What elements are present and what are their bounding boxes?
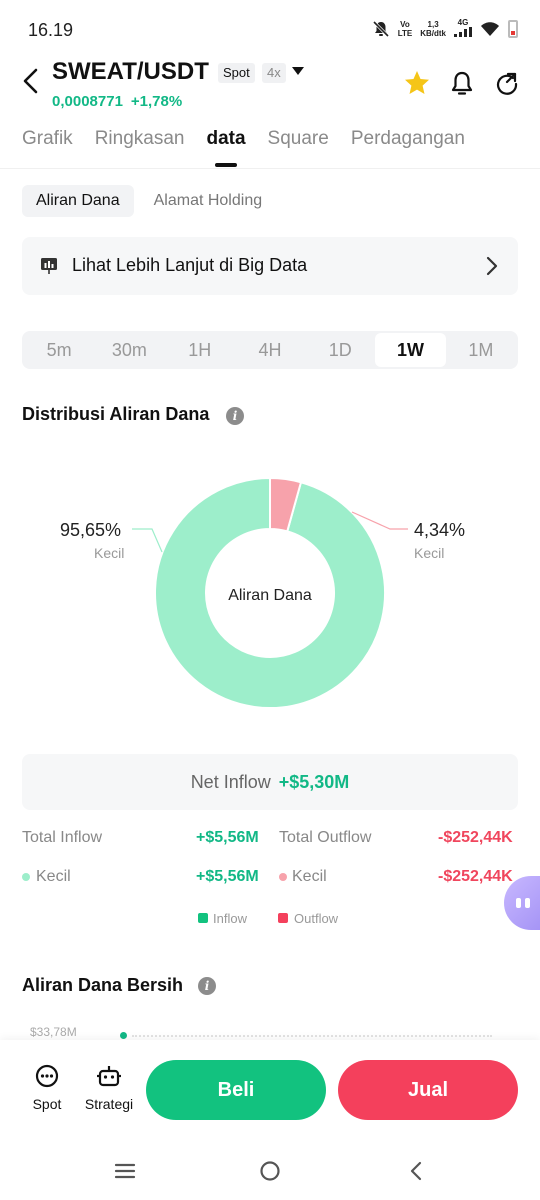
timeframe-5m[interactable]: 5m — [24, 333, 94, 367]
slice-label-value-small: 4,34% — [414, 520, 466, 540]
big-data-link-label: Lihat Lebih Lanjut di Big Data — [72, 255, 308, 275]
strategy-label: Strategi — [84, 1096, 134, 1112]
donut-svg: Aliran Dana — [132, 476, 408, 709]
presentation-chart-icon — [41, 258, 57, 274]
back-nav-icon[interactable] — [405, 1160, 427, 1182]
subtab-alamat-holding[interactable]: Alamat Holding — [140, 185, 277, 217]
distribution-info-icon[interactable]: i — [226, 407, 244, 425]
fund-flow-donut-chart: Aliran Dana 95,65% Kecil 4,34% Kecil — [0, 440, 540, 740]
share-icon[interactable] — [493, 69, 521, 97]
tab-perdagangan[interactable]: Perdagangan — [351, 128, 465, 168]
small-outflow-value: -$252,44K — [438, 868, 513, 885]
tabs-divider — [0, 168, 540, 169]
status-bar: 16.19 Vo LTE 1,3 KB/dtk 4G — [0, 0, 540, 56]
small-inflow-value: +$5,56M — [196, 868, 259, 885]
distribution-title: Distribusi Aliran Dana — [22, 404, 210, 424]
timeframe-4h[interactable]: 4H — [235, 333, 305, 367]
signal-icon — [454, 27, 472, 37]
timeframe-1w[interactable]: 1W — [375, 333, 446, 367]
net-inflow-value: +$5,30M — [278, 772, 350, 792]
net-flow-axis-tick: $33,78M — [30, 1025, 77, 1039]
net-flow-title: Aliran Dana Bersih — [22, 975, 184, 995]
back-arrow-icon[interactable] — [18, 66, 44, 96]
system-nav-bar — [0, 1144, 540, 1200]
status-icons: Vo LTE 1,3 KB/dtk 4G — [372, 18, 518, 39]
price-alert-bell-icon[interactable] — [448, 69, 476, 97]
chevron-right-icon — [486, 256, 498, 276]
legend-inflow-swatch — [198, 913, 208, 923]
volte-indicator: Vo LTE — [397, 19, 413, 38]
bottom-action-bar: Spot Strategi Beli Jual — [0, 1040, 540, 1144]
net-flow-point — [120, 1032, 127, 1039]
timeframe-1d[interactable]: 1D — [305, 333, 375, 367]
total-inflow-label: Total Inflow — [22, 829, 103, 846]
recent-apps-icon[interactable] — [114, 1160, 136, 1182]
spot-button[interactable]: Spot — [17, 1062, 77, 1112]
tab-data[interactable]: data — [206, 128, 245, 168]
main-tabs: Grafik Ringkasan data Square Perdagangan — [22, 128, 487, 168]
price-change: +1,78% — [130, 93, 183, 110]
subtab-aliran-dana[interactable]: Aliran Dana — [22, 185, 134, 217]
pair-title[interactable]: SWEAT/USDT — [52, 58, 209, 86]
small-inflow-label: Kecil — [36, 868, 71, 885]
legend-inflow-label: Inflow — [213, 911, 247, 926]
total-inflow-value: +$5,56M — [196, 829, 259, 846]
tab-ringkasan[interactable]: Ringkasan — [95, 128, 185, 168]
spot-icon — [35, 1064, 59, 1088]
wifi-icon — [481, 21, 499, 36]
buy-button[interactable]: Beli — [146, 1060, 326, 1120]
small-inflow-dot — [22, 873, 30, 881]
legend-outflow-label: Outflow — [294, 911, 339, 926]
tab-square[interactable]: Square — [268, 128, 329, 168]
legend-outflow-swatch — [278, 913, 288, 923]
robot-icon — [97, 1066, 121, 1087]
leader-line-left — [132, 528, 163, 553]
net-inflow-box: Net Inflow +$5,30M — [22, 754, 518, 810]
small-outflow-label: Kecil — [292, 868, 327, 885]
slice-label-name-small: Kecil — [414, 545, 445, 561]
timeframe-selector: 5m 30m 1H 4H 1D 1W 1M — [22, 331, 518, 369]
pair-dropdown-icon[interactable] — [292, 67, 304, 75]
market-type-badge: Spot — [218, 63, 255, 83]
pair-header: SWEAT/USDT Spot 4x 0,0008771 +1,78% — [0, 56, 540, 116]
mute-notification-icon — [372, 20, 389, 37]
strategy-button[interactable]: Strategi — [79, 1062, 139, 1112]
signal-indicator: 4G — [454, 18, 472, 39]
net-flow-info-icon[interactable]: i — [198, 977, 216, 995]
last-price: 0,0008771 — [52, 93, 123, 110]
leverage-badge: 4x — [262, 63, 286, 83]
net-flow-gridline — [132, 1035, 492, 1037]
net-inflow-label: Net Inflow — [190, 772, 271, 792]
donut-center-label: Aliran Dana — [228, 587, 312, 604]
tab-grafik[interactable]: Grafik — [22, 128, 73, 168]
total-outflow-label: Total Outflow — [279, 829, 372, 846]
sub-tabs: Aliran Dana Alamat Holding — [22, 185, 282, 217]
status-time: 16.19 — [28, 20, 74, 40]
timeframe-1m[interactable]: 1M — [446, 333, 516, 367]
sell-button[interactable]: Jual — [338, 1060, 518, 1120]
home-icon[interactable] — [259, 1160, 281, 1182]
slice-label-value-large: 95,65% — [60, 520, 122, 540]
network-speed: 1,3 KB/dtk — [420, 19, 446, 38]
price-line: 0,0008771 +1,78% — [52, 93, 182, 110]
big-data-link[interactable]: Lihat Lebih Lanjut di Big Data — [22, 237, 518, 295]
small-outflow-dot — [279, 873, 287, 881]
spot-label: Spot — [32, 1096, 62, 1112]
timeframe-1h[interactable]: 1H — [165, 333, 235, 367]
favorite-star-icon[interactable] — [403, 69, 431, 97]
total-outflow-value: -$252,44K — [438, 829, 513, 846]
timeframe-30m[interactable]: 30m — [94, 333, 164, 367]
slice-label-name-large: Kecil — [94, 545, 125, 561]
battery-icon — [508, 19, 518, 38]
